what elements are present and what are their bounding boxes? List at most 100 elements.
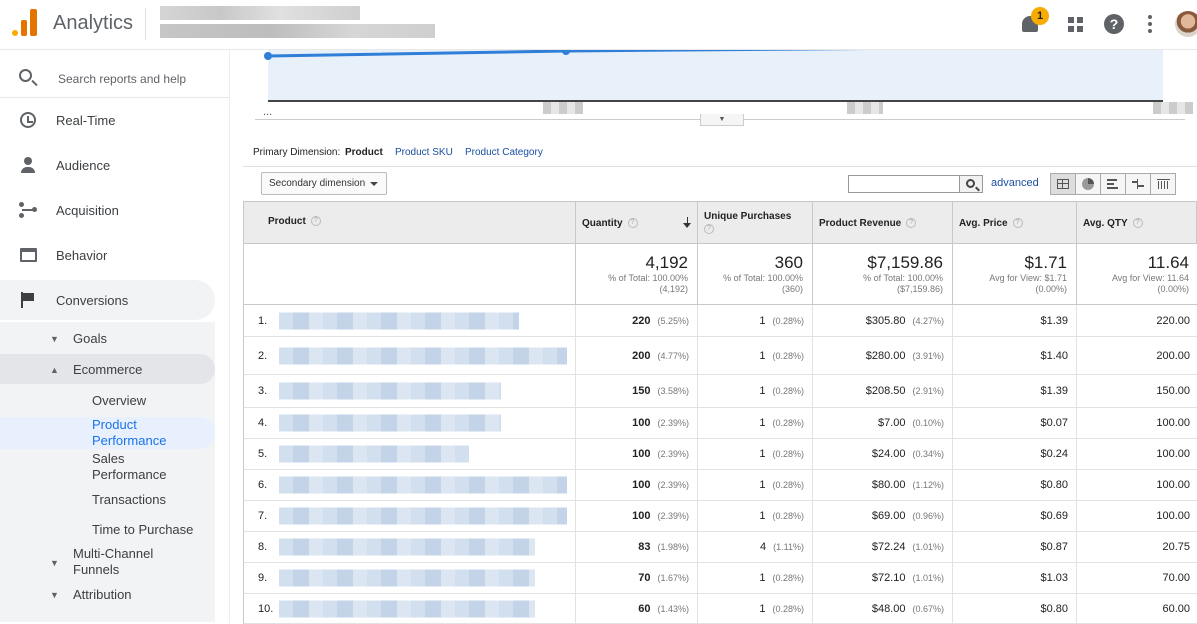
sidebar-item-product-performance[interactable]: Product Performance — [0, 417, 215, 449]
product-name-link[interactable] — [279, 445, 469, 463]
view-toggle-group — [1050, 173, 1176, 195]
product-name-link[interactable] — [279, 476, 567, 494]
col-header-product[interactable]: Product? — [244, 202, 575, 244]
analytics-logo-icon[interactable] — [12, 8, 38, 36]
sidebar-item-label: Conversions — [56, 292, 129, 308]
cell-product-revenue: $208.50 (2.91%) — [812, 375, 952, 407]
cell-avg-qty: 100.00 — [1076, 470, 1197, 500]
x-tick-label — [847, 102, 883, 114]
dimension-link-product-sku[interactable]: Product SKU — [395, 147, 453, 158]
total-absolute: (360) — [781, 284, 803, 294]
table-row[interactable]: 6. 100 (2.39%) 1 (0.28%) $80.00 (1.12%) $0.80 10… — [243, 470, 1197, 501]
pie-icon — [1082, 178, 1094, 190]
sidebar-item-time-to-purchase[interactable]: Time to Purchase — [0, 521, 215, 539]
sidebar-item-acquisition[interactable]: Acquisition — [0, 190, 215, 230]
product-name-link[interactable] — [279, 312, 519, 329]
cell-avg-price: $0.80 — [952, 594, 1076, 623]
chart-point — [264, 52, 272, 60]
collapse-chart-button[interactable]: ▼ — [700, 114, 744, 126]
table-view-button[interactable] — [1050, 173, 1076, 195]
cell-avg-price: $0.07 — [952, 408, 1076, 438]
sidebar-item-overview[interactable]: Overview — [0, 392, 215, 410]
help-icon[interactable]: ? — [1101, 11, 1127, 37]
col-header-quantity[interactable]: Quantity? — [575, 202, 697, 244]
total-product-revenue: $7,159.86 % of Total: 100.00% ($7,159.86… — [812, 244, 952, 304]
sort-desc-icon[interactable] — [683, 217, 691, 228]
table-row[interactable]: 1. 220 (5.25%) 1 (0.28%) $305.80 (4.27%) $1.39 2… — [243, 305, 1197, 337]
search-input[interactable]: Search reports and help — [58, 72, 186, 86]
cell-avg-qty: 60.00 — [1076, 594, 1197, 623]
sidebar: Search reports and help Real-Time Audien… — [0, 50, 230, 623]
table-row[interactable]: 9. 70 (1.67%) 1 (0.28%) $72.10 (1.01%) $1.03 70.… — [243, 563, 1197, 594]
product-name-link[interactable] — [279, 507, 567, 525]
table-row[interactable]: 3. 150 (3.58%) 1 (0.28%) $208.50 (2.91%) $1.39 1… — [243, 375, 1197, 408]
cell-product-revenue: $48.00 (0.67%) — [812, 594, 952, 623]
product-name-link[interactable] — [279, 569, 535, 587]
table-row[interactable]: 4. 100 (2.39%) 1 (0.28%) $7.00 (0.10%) $0.07 100… — [243, 408, 1197, 439]
sidebar-item-multichannel[interactable]: Multi-Channel Funnels — [73, 546, 183, 578]
apps-grid-icon[interactable] — [1062, 11, 1088, 37]
table-row[interactable]: 2. 200 (4.77%) 1 (0.28%) $280.00 (3.91%) $1.40 2… — [243, 337, 1197, 375]
pivot-view-button[interactable] — [1150, 173, 1176, 195]
table-search-input[interactable] — [848, 175, 961, 193]
col-header-label: Avg. QTY — [1083, 218, 1128, 229]
avatar[interactable] — [1175, 11, 1197, 37]
cell-quantity: 100 (2.39%) — [575, 408, 697, 438]
sidebar-item-sales-performance[interactable]: Sales Performance — [0, 451, 215, 483]
total-value: 360 — [774, 253, 803, 272]
sidebar-scrollbar[interactable] — [229, 50, 230, 623]
chart-point — [562, 50, 570, 55]
sidebar-item-ecommerce[interactable]: Ecommerce — [73, 362, 142, 377]
col-header-avg-qty[interactable]: Avg. QTY? — [1076, 202, 1197, 244]
sidebar-item-conversions[interactable]: Conversions — [0, 280, 215, 320]
cell-avg-qty: 150.00 — [1076, 375, 1197, 407]
cell-unique-purchases: 1 (0.28%) — [697, 439, 812, 469]
product-name-link[interactable] — [279, 414, 501, 432]
product-name-link[interactable] — [279, 600, 535, 617]
sidebar-item-goals[interactable]: Goals — [73, 331, 107, 346]
account-selector[interactable] — [160, 6, 360, 20]
col-header-avg-price[interactable]: Avg. Price? — [952, 202, 1076, 244]
sidebar-item-label: Overview — [92, 393, 147, 408]
total-avg-price: $1.71 Avg for View: $1.71 (0.00%) — [952, 244, 1076, 304]
total-absolute: (0.00%) — [1035, 284, 1067, 294]
sidebar-item-attribution[interactable]: Attribution — [73, 587, 132, 602]
table-search-button[interactable] — [959, 175, 983, 193]
cell-quantity: 200 (4.77%) — [575, 337, 697, 374]
cell-product-revenue: $305.80 (4.27%) — [812, 305, 952, 336]
comparison-view-button[interactable] — [1125, 173, 1151, 195]
sidebar-item-transactions[interactable]: Transactions — [0, 491, 215, 509]
table-row[interactable]: 10. 60 (1.43%) 1 (0.28%) $48.00 (0.67%) $0.80 60… — [243, 594, 1197, 624]
product-name-link[interactable] — [279, 382, 501, 400]
cell-avg-qty: 20.75 — [1076, 532, 1197, 562]
performance-view-button[interactable] — [1100, 173, 1126, 195]
pie-view-button[interactable] — [1075, 173, 1101, 195]
chevron-up-icon: ▲ — [50, 365, 59, 375]
row-number: 4. — [258, 417, 268, 429]
table-row[interactable]: 8. 83 (1.98%) 4 (1.11%) $72.24 (1.01%) $0.87 20.… — [243, 532, 1197, 563]
product-name-link[interactable] — [279, 538, 535, 556]
total-percent: % of Total: 100.00% — [723, 273, 803, 283]
product-name-link[interactable] — [279, 347, 567, 364]
col-header-unique-purchases[interactable]: Unique Purchases? — [697, 202, 812, 244]
primary-dimension-label: Primary Dimension: — [253, 147, 341, 158]
table-row[interactable]: 7. 100 (2.39%) 1 (0.28%) $69.00 (0.96%) $0.69 10… — [243, 501, 1197, 532]
secondary-dimension-select[interactable]: Secondary dimension — [261, 172, 387, 195]
overview-chart: ... ▼ — [243, 50, 1197, 128]
cell-unique-purchases: 1 (0.28%) — [697, 408, 812, 438]
cell-quantity: 60 (1.43%) — [575, 594, 697, 623]
table-row[interactable]: 5. 100 (2.39%) 1 (0.28%) $24.00 (0.34%) $0.24 10… — [243, 439, 1197, 470]
col-header-product-revenue[interactable]: Product Revenue? — [812, 202, 952, 244]
sidebar-item-behavior[interactable]: Behavior — [0, 235, 215, 275]
property-selector[interactable] — [160, 24, 435, 38]
sidebar-item-label: Acquisition — [56, 202, 119, 218]
dimension-link-product-category[interactable]: Product Category — [465, 147, 543, 158]
more-vert-icon[interactable] — [1137, 11, 1163, 37]
advanced-filter-link[interactable]: advanced — [991, 177, 1039, 189]
cell-unique-purchases: 1 (0.28%) — [697, 337, 812, 374]
sidebar-search[interactable]: Search reports and help — [0, 58, 230, 98]
sidebar-item-realtime[interactable]: Real-Time — [0, 100, 215, 140]
sidebar-item-audience[interactable]: Audience — [0, 145, 215, 185]
bars-icon — [1107, 179, 1119, 189]
cell-product-revenue: $69.00 (0.96%) — [812, 501, 952, 531]
